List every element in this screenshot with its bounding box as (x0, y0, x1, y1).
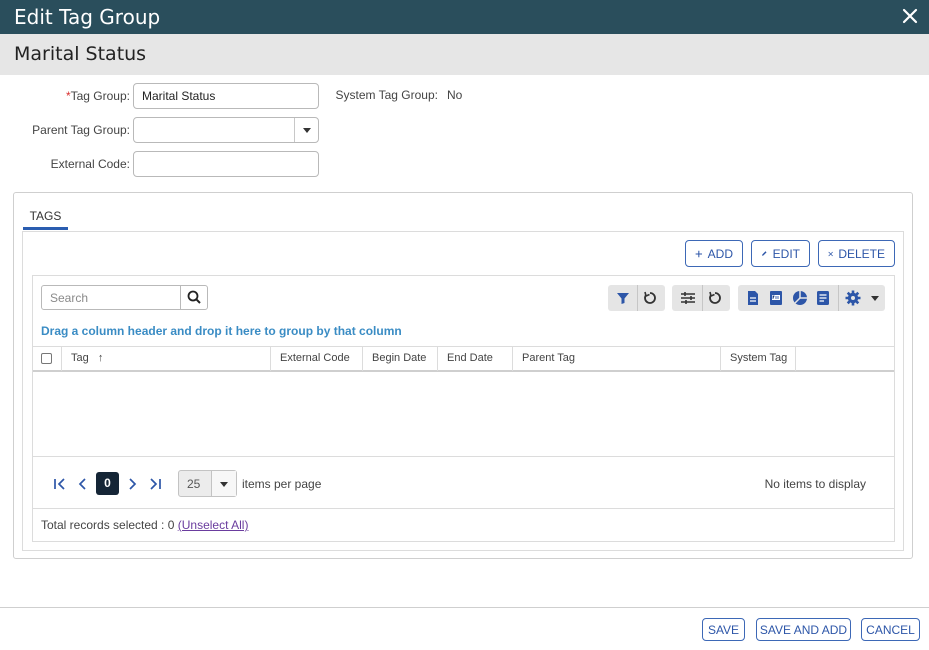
edit-button[interactable]: EDIT (751, 240, 810, 267)
column-header-tag[interactable]: Tag ↑ (62, 347, 271, 371)
tab-tags[interactable]: TAGS (23, 204, 68, 230)
column-header-external-code[interactable]: External Code (271, 347, 363, 371)
column-settings-icon[interactable] (679, 289, 697, 307)
column-header-label: Tag (71, 352, 89, 364)
next-page-icon[interactable] (124, 476, 140, 492)
filter-icon[interactable] (614, 289, 632, 307)
column-header-begin-date[interactable]: Begin Date (363, 347, 438, 371)
group-by-hint: Drag a column header and drop it here to… (41, 324, 402, 338)
system-tag-group-label: System Tag Group: (335, 88, 439, 102)
tag-group-label-text: Tag Group: (70, 89, 130, 103)
reset-filter-icon[interactable] (641, 289, 659, 307)
add-button[interactable]: ADD (685, 240, 743, 267)
tag-group-label: *Tag Group: (10, 89, 130, 103)
cancel-button[interactable]: CANCEL (861, 618, 920, 641)
export-toolbar-group (738, 285, 885, 311)
save-and-add-button[interactable]: SAVE AND ADD (756, 618, 851, 641)
pager-status: No items to display (764, 477, 866, 491)
grid-header: Tag ↑ External Code Begin Date End Date … (33, 346, 894, 372)
chevron-down-icon[interactable] (871, 296, 879, 301)
column-header-system-tag[interactable]: System Tag (721, 347, 796, 371)
page-size-toggle[interactable] (211, 471, 236, 496)
filter-toolbar-group (608, 285, 665, 311)
column-header-end-date[interactable]: End Date (438, 347, 513, 371)
system-tag-group-value: No (447, 88, 463, 102)
search-button[interactable] (180, 286, 207, 309)
dialog-titlebar: Edit Tag Group (0, 0, 929, 34)
parent-tag-group-label: Parent Tag Group: (32, 123, 130, 137)
tag-group-value: Marital Status (142, 89, 216, 103)
items-per-page-label: items per page (242, 477, 322, 491)
column-toolbar-group (672, 285, 730, 311)
grid-pager: 0 25 items per page No items to display (33, 456, 894, 509)
dialog-title: Edit Tag Group (14, 5, 161, 29)
reset-columns-icon[interactable] (706, 289, 724, 307)
search-icon (187, 290, 201, 304)
search-placeholder: Search (50, 291, 89, 305)
plus-icon (695, 250, 703, 257)
delete-button-label: DELETE (838, 246, 885, 261)
search-input[interactable]: Search (41, 285, 208, 310)
edit-button-label: EDIT (772, 246, 800, 261)
external-code-input[interactable] (133, 151, 319, 177)
toolbar-divider (702, 285, 703, 311)
selection-count: Total records selected : 0 (41, 518, 175, 532)
unselect-all-link[interactable]: (Unselect All) (178, 518, 249, 532)
sort-asc-icon: ↑ (97, 352, 104, 364)
chevron-down-icon (303, 128, 311, 133)
chevron-down-icon (220, 482, 228, 487)
report-icon[interactable] (814, 289, 832, 307)
external-code-label: External Code: (50, 157, 130, 171)
current-page-button[interactable]: 0 (96, 472, 119, 495)
add-button-label: ADD (707, 246, 733, 261)
export-pdf-icon[interactable] (767, 289, 785, 307)
record-header: Marital Status (0, 34, 929, 75)
x-icon (828, 251, 833, 256)
pencil-icon (762, 251, 767, 256)
settings-gear-icon[interactable] (844, 289, 862, 307)
dropdown-toggle[interactable] (294, 118, 318, 142)
last-page-icon[interactable] (147, 476, 163, 492)
page-size-value: 25 (187, 477, 201, 491)
first-page-icon[interactable] (52, 476, 68, 492)
tag-group-input[interactable]: Marital Status (133, 83, 319, 109)
toolbar-divider (838, 285, 839, 311)
footer-divider (0, 607, 929, 608)
chart-icon[interactable] (791, 289, 809, 307)
toolbar-divider (637, 285, 638, 311)
select-all-checkbox[interactable] (41, 353, 52, 364)
previous-page-icon[interactable] (75, 476, 91, 492)
save-button[interactable]: SAVE (702, 618, 745, 641)
export-document-icon[interactable] (744, 289, 762, 307)
column-header-parent-tag[interactable]: Parent Tag (513, 347, 721, 371)
select-all-cell (33, 347, 62, 371)
record-name: Marital Status (14, 43, 147, 65)
page-size-dropdown[interactable]: 25 (178, 470, 237, 497)
close-icon[interactable] (901, 7, 919, 25)
delete-button[interactable]: DELETE (818, 240, 895, 267)
selection-summary: Total records selected : 0 (Unselect All… (41, 518, 248, 532)
parent-tag-group-dropdown[interactable] (133, 117, 319, 143)
